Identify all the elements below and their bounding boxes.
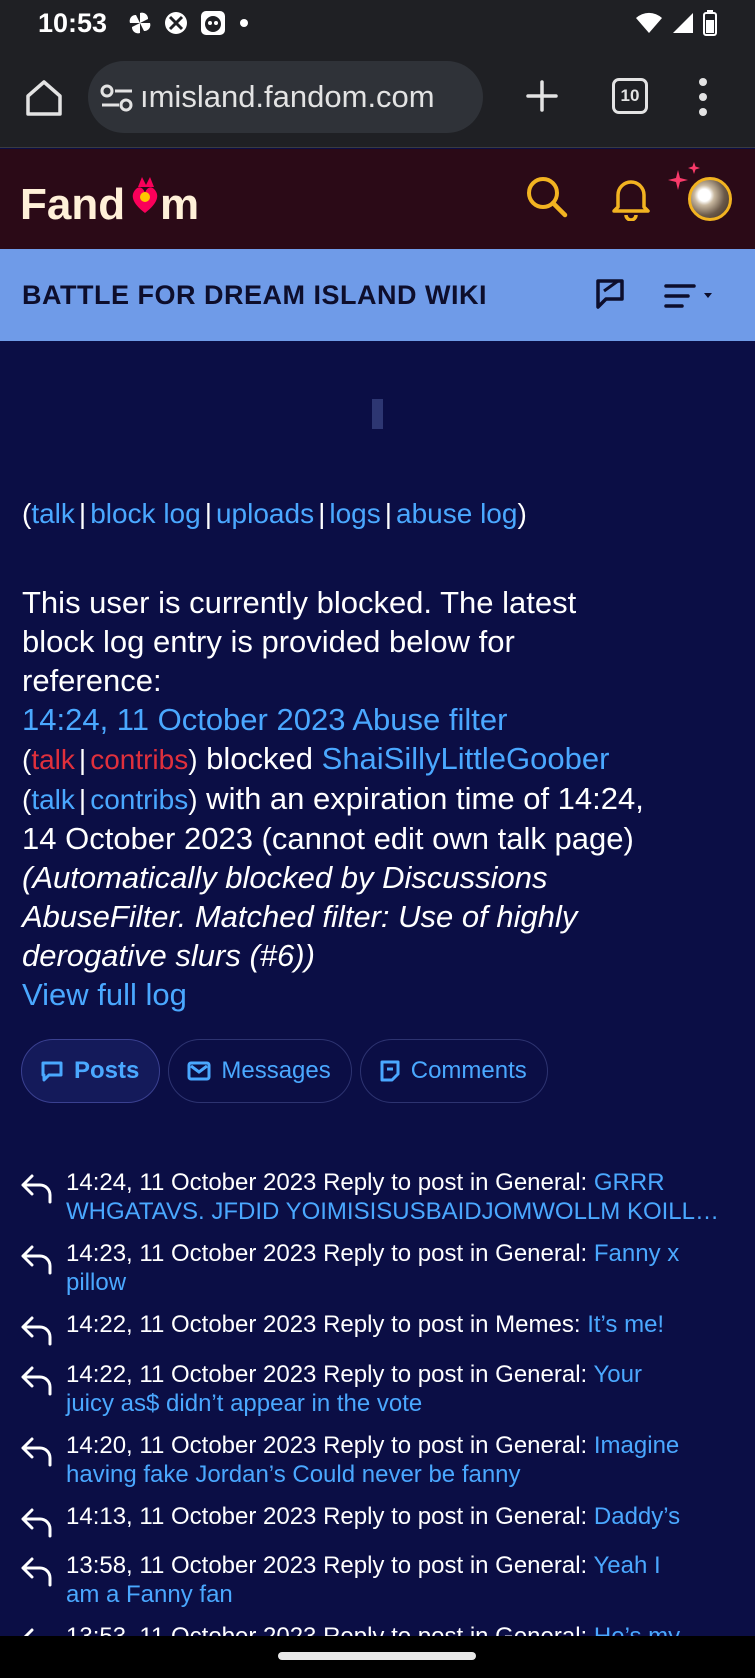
messages-icon (187, 1061, 211, 1081)
user-tool-links: (talk | block log | uploads | logs | abuse log) (22, 498, 527, 529)
wifi-icon (636, 12, 662, 33)
status-time: 10:53 (38, 8, 108, 38)
user-contribs-link[interactable]: contribs (90, 784, 188, 815)
home-gesture-handle[interactable] (278, 1652, 476, 1660)
tab-posts[interactable]: Posts (21, 1039, 161, 1103)
address-bar[interactable]: ımisland.fandom.com (88, 61, 483, 133)
status-bar: 10:53 (0, 0, 755, 48)
contribution-tabs: Posts Messages Comments (21, 1039, 548, 1103)
reply-icon (21, 1437, 52, 1467)
post-link[interactable]: It’s me! (587, 1311, 664, 1338)
logs-link[interactable]: logs (329, 498, 380, 529)
pinwheel-icon (129, 12, 151, 34)
post-link-cont[interactable]: WHGATAVS. JFDID YOIMISISUSBAIDJOMWOLLM K… (66, 1198, 719, 1225)
reply-icon (21, 1508, 52, 1538)
tab-switcher-button[interactable]: 10 (612, 78, 648, 114)
post-link-cont[interactable]: juicy as$ didn’t appear in the vote (66, 1390, 422, 1417)
view-full-log-link[interactable]: View full log (22, 977, 187, 1012)
svg-text:Fand: Fand (20, 180, 125, 229)
abuse-log-link[interactable]: abuse log (396, 498, 517, 529)
user-talk-link[interactable]: talk (31, 784, 75, 815)
reply-icon (21, 1557, 52, 1587)
reply-icon (21, 1245, 52, 1275)
dot-icon (240, 19, 248, 27)
block-notice-line-1: This user is currently blocked. The late… (22, 585, 577, 620)
site-settings-icon[interactable] (100, 83, 134, 113)
block-notice-line-2: block log entry is provided below for (22, 624, 515, 659)
browser-toolbar: ımisland.fandom.com 10 (0, 48, 755, 148)
admin-contribs-link[interactable]: contribs (90, 744, 188, 775)
block-entry-link[interactable]: 14:24, 11 October 2023 Abuse filter (22, 702, 507, 737)
tab-messages[interactable]: Messages (168, 1039, 352, 1103)
tab-count: 10 (620, 86, 640, 105)
more-menu-icon[interactable] (696, 75, 710, 119)
reply-icon (21, 1366, 52, 1396)
new-tab-icon[interactable] (522, 74, 562, 118)
loading-indicator (372, 399, 383, 429)
discussions-icon[interactable] (594, 277, 630, 313)
post-link-cont[interactable]: pillow (66, 1269, 126, 1296)
search-icon[interactable] (524, 174, 570, 220)
uploads-link[interactable]: uploads (216, 498, 314, 529)
post-link[interactable]: Your (593, 1361, 642, 1388)
comments-icon (380, 1060, 400, 1082)
notifications-bell-icon[interactable] (612, 175, 650, 221)
wiki-header: BATTLE FOR DREAM ISLAND WIKI (0, 249, 755, 341)
user-avatar[interactable] (688, 177, 732, 221)
home-icon[interactable] (22, 76, 66, 120)
battery-icon (703, 10, 717, 36)
admin-talk-link[interactable]: talk (31, 744, 75, 775)
table-of-contents-icon[interactable] (664, 283, 720, 309)
url-text: ımisland.fandom.com (140, 79, 435, 114)
block-log-link[interactable]: block log (90, 498, 201, 529)
xbox-icon (165, 12, 187, 34)
svg-text:m: m (160, 180, 199, 229)
blocked-user-link[interactable]: ShaiSillyLittleGoober (322, 741, 610, 776)
signal-icon (673, 13, 693, 33)
wiki-title[interactable]: BATTLE FOR DREAM ISLAND WIKI (22, 280, 487, 311)
block-notice: This user is currently blocked. The late… (22, 583, 737, 1014)
fandom-logo[interactable]: Fand m (20, 173, 240, 229)
system-navigation-bar (0, 1636, 755, 1678)
post-link[interactable]: Daddy’s (594, 1503, 680, 1530)
talk-link[interactable]: talk (31, 498, 75, 529)
tab-comments[interactable]: Comments (359, 1039, 548, 1103)
post-link[interactable]: Yeah I (593, 1552, 660, 1579)
post-link-cont[interactable]: having fake Jordan’s Could never be fann… (66, 1461, 521, 1488)
face-icon (201, 11, 225, 35)
post-link-cont[interactable]: am a Fanny fan (66, 1581, 233, 1608)
reply-icon (21, 1316, 52, 1346)
post-link[interactable]: Fanny x (594, 1240, 679, 1267)
post-link[interactable]: GRRR (594, 1169, 665, 1196)
reply-icon (21, 1174, 52, 1204)
posts-icon (41, 1061, 63, 1082)
block-notice-line-3: reference: (22, 663, 162, 698)
post-link[interactable]: Imagine (594, 1432, 679, 1459)
